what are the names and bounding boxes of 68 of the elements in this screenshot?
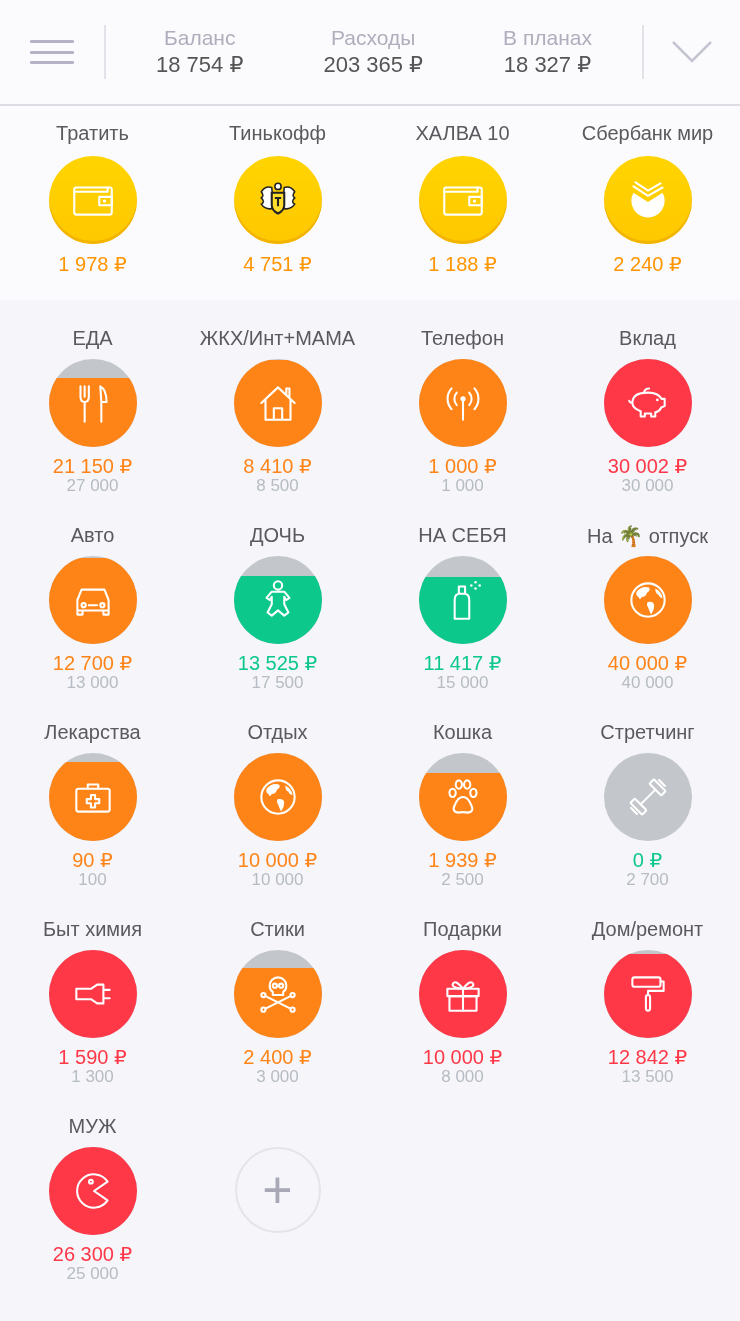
- category-amount: 11 417 ₽: [423, 651, 502, 673]
- account-balance: 2 240 ₽: [613, 252, 682, 276]
- category-plan: 1 300: [71, 1067, 114, 1087]
- category-amount: 90 ₽: [72, 848, 113, 870]
- category-amount: 13 525 ₽: [237, 651, 318, 673]
- category-plan: 10 000: [251, 870, 304, 890]
- category-amount: 1 000 ₽: [428, 454, 497, 476]
- category-amount: 40 000 ₽: [607, 651, 688, 673]
- category-name: Стики: [250, 918, 305, 942]
- account-name: Тинькофф: [229, 122, 326, 146]
- menu-icon: [30, 40, 74, 64]
- summary-value: 18 754 ₽: [156, 52, 244, 78]
- category-plan: 15 000: [436, 673, 489, 693]
- account-name: Тратить: [56, 122, 129, 146]
- category-name: ЕДА: [72, 327, 113, 351]
- category-name: Стретчинг: [600, 721, 695, 745]
- category-amount: 1 590 ₽: [58, 1045, 127, 1067]
- category-plan: 8 500: [256, 476, 299, 496]
- category-name: ЖКХ/Инт+МАМА: [199, 327, 356, 351]
- category-name: Отдых: [247, 721, 308, 745]
- add-category-button[interactable]: +: [234, 1147, 321, 1233]
- account-name: ХАЛВА 10: [415, 122, 510, 146]
- category-plan: 1 000: [441, 476, 484, 496]
- category-name: Подарки: [423, 918, 502, 942]
- category-plan: 2 500: [441, 870, 484, 890]
- category-amount: 26 300 ₽: [52, 1242, 133, 1264]
- summary-label: Баланс: [163, 26, 236, 50]
- category-name: Кошка: [432, 721, 493, 745]
- category-amount: 0 ₽: [632, 848, 663, 870]
- category-name: На 🌴 отпуск: [587, 524, 708, 549]
- category-amount: 21 150 ₽: [52, 454, 133, 476]
- category-name: Телефон: [421, 327, 504, 351]
- category-plan: 100: [78, 870, 107, 890]
- category-amount: 12 700 ₽: [52, 651, 133, 673]
- category-amount: 2 400 ₽: [243, 1045, 312, 1067]
- category-plan: 13 500: [621, 1067, 674, 1087]
- category-plan: 2 700: [626, 870, 669, 890]
- category-plan: 8 000: [441, 1067, 484, 1087]
- category-plan: 27 000: [66, 476, 119, 496]
- category-amount: 12 842 ₽: [607, 1045, 688, 1067]
- category-amount: 8 410 ₽: [243, 454, 312, 476]
- summary-label: Расходы: [331, 26, 416, 50]
- summary-value: 203 365 ₽: [323, 52, 424, 78]
- summary-value: 18 327 ₽: [503, 52, 592, 78]
- category-name: Лекарства: [44, 721, 141, 745]
- category-amount: 10 000 ₽: [422, 1045, 503, 1067]
- summary-label: В планах: [503, 26, 592, 50]
- account-balance: 1 978 ₽: [58, 252, 127, 276]
- category-amount: 10 000 ₽: [237, 848, 318, 870]
- category-plan: 40 000: [621, 673, 674, 693]
- account-name: Сбербанк мир: [581, 122, 714, 146]
- chevron-down-icon: [672, 41, 712, 63]
- category-plan: 30 000: [621, 476, 674, 496]
- category-name: Быт химия: [42, 918, 143, 942]
- category-amount: 1 939 ₽: [428, 848, 497, 870]
- category-name: Авто: [70, 524, 115, 548]
- category-name: Дом/ремонт: [591, 918, 704, 942]
- category-amount: 30 002 ₽: [607, 454, 688, 476]
- category-name: НА СЕБЯ: [418, 524, 507, 548]
- category-plan: 3 000: [256, 1067, 299, 1087]
- account-balance: 4 751 ₽: [243, 252, 312, 276]
- account-balance: 1 188 ₽: [428, 252, 497, 276]
- category-name: МУЖ: [68, 1115, 117, 1139]
- category-name: ДОЧЬ: [249, 524, 306, 548]
- category-plan: 13 000: [66, 673, 119, 693]
- category-name: Вклад: [619, 327, 676, 351]
- category-plan: 17 500: [251, 673, 304, 693]
- category-plan: 25 000: [66, 1264, 119, 1284]
